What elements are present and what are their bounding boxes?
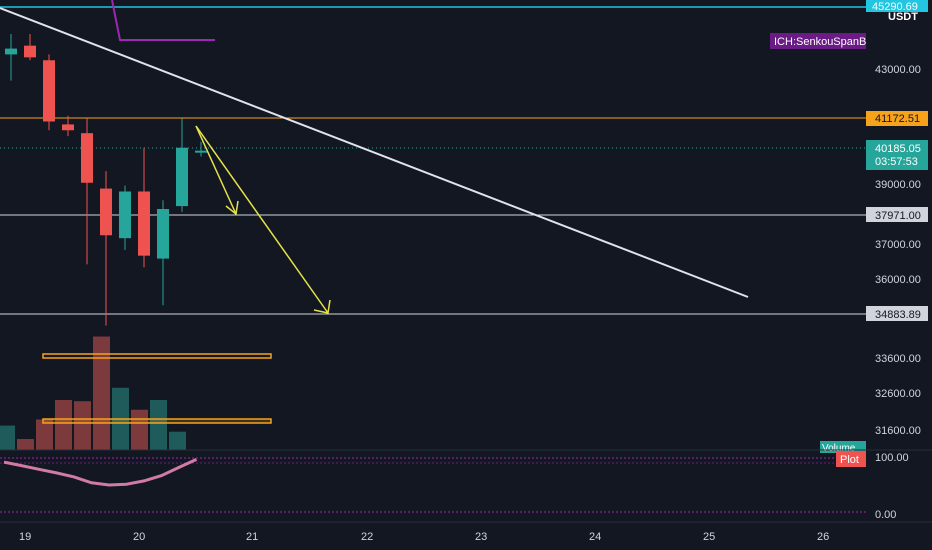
- candle-body: [81, 133, 93, 183]
- candle-body: [5, 48, 17, 55]
- volume-bar: [17, 439, 34, 450]
- time-tick: 23: [475, 531, 487, 543]
- support-1-value: 37971.00: [875, 210, 921, 222]
- volume-bar: [55, 399, 72, 450]
- price-tick: 31600.00: [875, 425, 921, 437]
- volume-bar: [131, 409, 148, 450]
- volume-bar: [74, 401, 91, 450]
- candle: [43, 54, 55, 131]
- currency-label: USDT: [888, 11, 918, 23]
- countdown-value: 03:57:53: [875, 156, 918, 168]
- volume-bar: [169, 431, 186, 450]
- candle-body: [119, 191, 131, 239]
- candle-body: [43, 60, 55, 122]
- time-tick: 20: [133, 531, 145, 543]
- price-tick: 36000.00: [875, 274, 921, 286]
- candle-body: [24, 45, 36, 58]
- price-tick: 32600.00: [875, 388, 921, 400]
- candle-body: [176, 147, 188, 207]
- time-tick: 22: [361, 531, 373, 543]
- candle-body: [157, 209, 169, 259]
- resistance-value: 41172.51: [875, 113, 920, 125]
- price-tick: 39000.00: [875, 179, 921, 191]
- chart-background: [0, 0, 932, 550]
- price-tick: 37000.00: [875, 239, 921, 251]
- last-price-value: 40185.05: [875, 143, 921, 155]
- oscillator-tick: 100.00: [875, 452, 909, 464]
- volume-zone-lower[interactable]: [42, 418, 272, 424]
- time-tick: 19: [19, 531, 31, 543]
- time-tick: 26: [817, 531, 829, 543]
- time-tick: 25: [703, 531, 715, 543]
- candle-body: [138, 191, 150, 256]
- volume-bar: [36, 419, 53, 450]
- support-2-value: 34883.89: [875, 309, 921, 321]
- time-tick: 24: [589, 531, 601, 543]
- plot-label: Plot: [840, 454, 859, 466]
- price-tick: 43000.00: [875, 64, 921, 76]
- candle-body: [62, 124, 74, 131]
- volume-bar: [150, 399, 167, 450]
- oscillator-tick: 0.00: [875, 509, 896, 521]
- chart-canvas[interactable]: 45290.69 USDT ICH:SenkouSpanB 41172.51 4…: [0, 0, 932, 550]
- volume-bar: [0, 425, 15, 450]
- price-tick: 33600.00: [875, 353, 921, 365]
- candle-body: [100, 188, 112, 236]
- time-tick: 21: [246, 531, 258, 543]
- candle-body: [195, 150, 207, 153]
- price-chart[interactable]: 45290.69 USDT ICH:SenkouSpanB 41172.51 4…: [0, 0, 932, 550]
- senkou-label: ICH:SenkouSpanB: [774, 36, 866, 48]
